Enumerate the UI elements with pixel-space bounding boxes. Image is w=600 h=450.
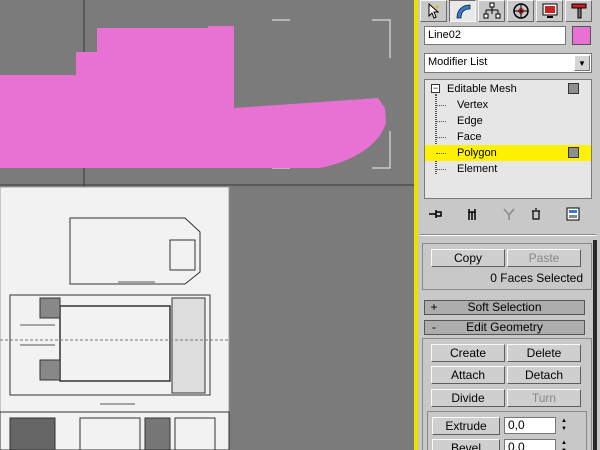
bevel-amount-field[interactable]: 0,0 xyxy=(504,439,556,450)
display-tab[interactable] xyxy=(536,0,563,22)
extrude-bevel-group: Extrude 0,0 ▲ ▼ Bevel 0,0 ▲ ▼ xyxy=(427,411,587,450)
selection-rollout: Copy Paste 0 Faces Selected xyxy=(422,243,592,290)
stack-item-label: Face xyxy=(457,131,482,143)
motion-icon xyxy=(512,3,529,19)
stack-item-element[interactable]: Element xyxy=(425,161,591,177)
stack-item-vertex[interactable]: Vertex xyxy=(425,97,591,113)
collapse-icon: - xyxy=(432,320,436,334)
selection-status: 0 Faces Selected xyxy=(490,271,583,285)
stack-toolbar xyxy=(424,205,592,223)
spinner-up-icon[interactable]: ▲ xyxy=(559,439,569,447)
make-unique-icon xyxy=(503,208,515,220)
motion-tab[interactable] xyxy=(507,0,534,22)
command-panel-tabs xyxy=(418,0,600,22)
copy-button[interactable]: Copy xyxy=(431,249,505,267)
soft-selection-rollout-header[interactable]: Soft Selection + xyxy=(424,300,585,315)
hierarchy-tab[interactable] xyxy=(478,0,505,22)
stack-item-label: Editable Mesh xyxy=(447,83,517,95)
rollout-title: Edit Geometry xyxy=(466,320,543,334)
command-panel: Line02 Modifier List ▼ − Editable Mesh V… xyxy=(418,0,600,450)
show-end-result-button[interactable] xyxy=(465,205,479,223)
attach-button[interactable]: Attach xyxy=(431,366,505,384)
stack-item-face[interactable]: Face xyxy=(425,129,591,145)
object-color-swatch[interactable] xyxy=(572,26,591,45)
edit-geometry-rollout-header[interactable]: Edit Geometry - xyxy=(424,320,585,335)
viewport-canvas[interactable] xyxy=(0,0,414,450)
divide-button[interactable]: Divide xyxy=(431,389,505,407)
remove-modifier-button[interactable] xyxy=(529,205,543,223)
pin-stack-icon xyxy=(429,210,442,218)
spinner-up-icon[interactable]: ▲ xyxy=(559,417,569,425)
modifier-toggle-icon[interactable] xyxy=(568,147,579,158)
modifier-list-label: Modifier List xyxy=(428,56,488,68)
extrude-button[interactable]: Extrude xyxy=(432,417,500,435)
make-unique-button[interactable] xyxy=(502,205,516,223)
bevel-spinner[interactable]: ▲ ▼ xyxy=(559,439,569,450)
stack-item-edge[interactable]: Edge xyxy=(425,113,591,129)
expand-icon: + xyxy=(430,300,438,314)
modifier-stack[interactable]: − Editable Mesh Vertex Edge Face Polygon… xyxy=(424,79,592,199)
stack-item-label: Polygon xyxy=(457,147,497,159)
rollout-title: Soft Selection xyxy=(467,300,542,314)
configure-modifier-sets-icon xyxy=(566,207,580,221)
edit-geometry-rollout: Create Delete Attach Detach Divide Turn … xyxy=(422,338,592,450)
blueprint-image xyxy=(0,186,230,450)
modify-icon xyxy=(456,4,470,19)
create-button[interactable]: Create xyxy=(431,344,505,362)
create-icon xyxy=(428,2,439,19)
utilities-icon xyxy=(571,3,586,19)
stack-item-label: Vertex xyxy=(457,99,489,111)
modify-tab[interactable] xyxy=(449,0,476,22)
perspective-viewport[interactable] xyxy=(0,0,414,450)
collapse-icon[interactable]: − xyxy=(431,84,440,93)
modifier-toggle-icon[interactable] xyxy=(568,83,579,94)
remove-modifier-icon xyxy=(532,208,540,220)
detach-button[interactable]: Detach xyxy=(507,366,581,384)
panel-scrollbar[interactable] xyxy=(593,240,597,450)
extrude-spinner[interactable]: ▲ ▼ xyxy=(559,417,569,434)
hierarchy-icon xyxy=(483,2,500,19)
delete-button[interactable]: Delete xyxy=(507,344,581,362)
stack-item-label: Edge xyxy=(457,115,483,127)
paste-button[interactable]: Paste xyxy=(507,249,581,267)
hull-shape xyxy=(0,26,386,168)
object-name-field[interactable]: Line02 xyxy=(424,26,566,45)
display-icon xyxy=(542,3,557,18)
stack-item-editable-mesh[interactable]: − Editable Mesh xyxy=(425,81,591,97)
turn-button[interactable]: Turn xyxy=(507,389,581,407)
extrude-amount-field[interactable]: 0,0 xyxy=(504,417,556,434)
stack-item-polygon[interactable]: Polygon xyxy=(425,145,591,161)
show-end-result-icon xyxy=(468,209,476,220)
stack-item-label: Element xyxy=(457,163,498,175)
utilities-tab[interactable] xyxy=(565,0,592,22)
divider xyxy=(420,234,596,236)
chevron-down-icon[interactable]: ▼ xyxy=(574,55,590,71)
configure-modifier-sets-button[interactable] xyxy=(566,205,580,223)
create-tab[interactable] xyxy=(420,0,447,22)
pin-stack-button[interactable] xyxy=(428,205,442,223)
spinner-down-icon[interactable]: ▼ xyxy=(559,425,569,433)
modifier-list-dropdown[interactable]: Modifier List ▼ xyxy=(424,53,592,73)
bevel-button[interactable]: Bevel xyxy=(432,439,500,450)
